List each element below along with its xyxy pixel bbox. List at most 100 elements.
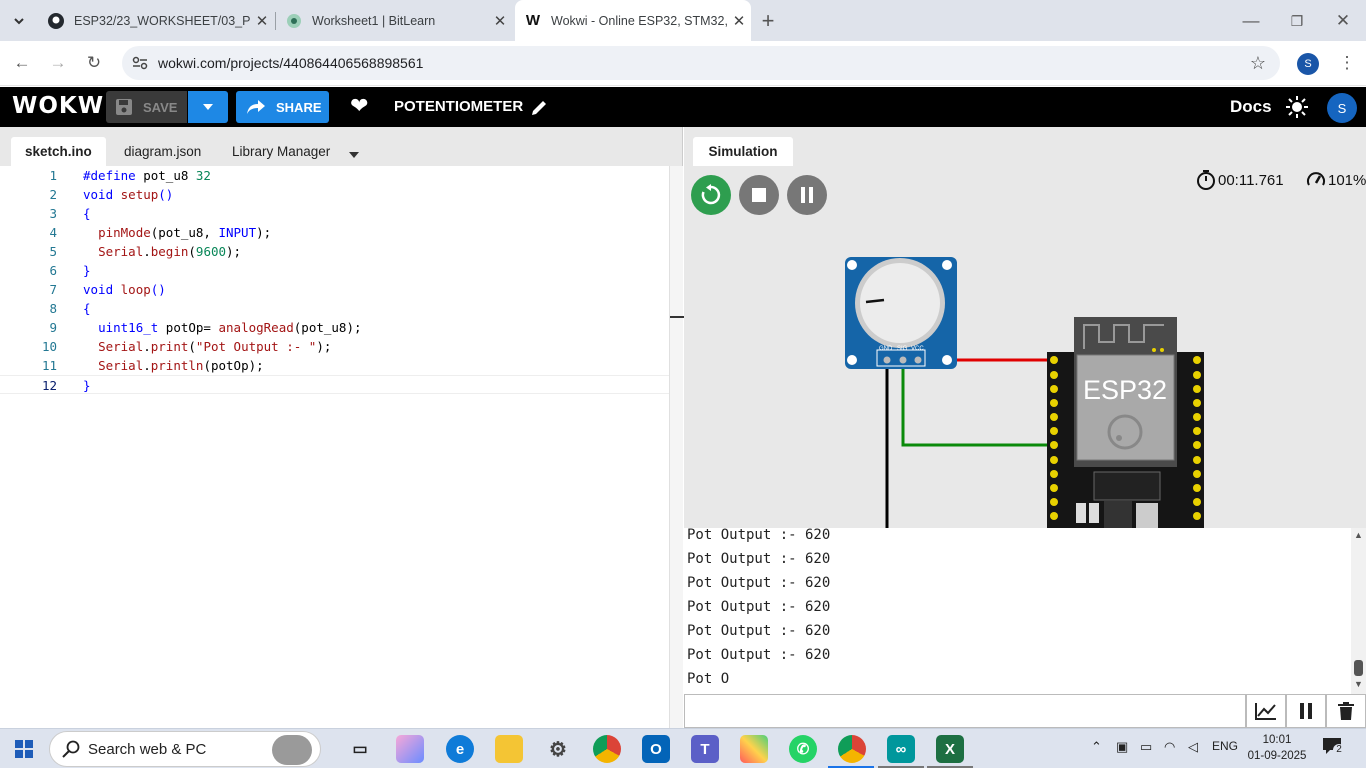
- circuit-diagram: GND SIG VCC ESP32: [845, 257, 1204, 528]
- minimize-button[interactable]: —: [1236, 6, 1266, 36]
- serial-scrollbar[interactable]: ▲ ▼: [1351, 528, 1366, 694]
- reload-button[interactable]: ↻: [79, 48, 109, 78]
- serial-input[interactable]: [684, 694, 1246, 728]
- restore-button[interactable]: ❐: [1282, 6, 1312, 36]
- serial-pause-button[interactable]: [1286, 694, 1326, 728]
- simulation-pane: Simulation 00:11.761 101% GND SIG VCC ES…: [684, 127, 1366, 528]
- wokwi-header: WOKWI SAVE SHARE ❤ POTENTIOMETER Docs S: [0, 87, 1366, 127]
- line-number: 7: [49, 282, 57, 297]
- browser-menu-button[interactable]: ⋮: [1332, 48, 1362, 78]
- teams-icon[interactable]: T: [691, 735, 719, 763]
- code-line: {: [83, 206, 91, 221]
- project-title[interactable]: POTENTIOMETER: [394, 98, 523, 115]
- settings-gear-icon[interactable]: ⚙: [544, 735, 572, 763]
- window-close-button[interactable]: ✕: [1328, 6, 1358, 36]
- close-icon[interactable]: ✕: [250, 12, 274, 30]
- close-icon[interactable]: ✕: [727, 12, 751, 30]
- windows-start-icon[interactable]: [15, 740, 33, 763]
- more-vert-icon: ⋮: [1338, 53, 1356, 72]
- code-line: pinMode(pot_u8, INPUT);: [98, 225, 272, 240]
- line-number: 4: [49, 225, 57, 240]
- scroll-down-icon[interactable]: ▼: [1354, 679, 1363, 689]
- edit-pencil-icon[interactable]: [530, 99, 548, 122]
- serial-line: Pot Output :- 620: [687, 551, 831, 567]
- arrow-right-icon: →: [49, 53, 67, 72]
- serial-line: Pot Output :- 620: [687, 599, 831, 615]
- wifi-icon[interactable]: ◠: [1164, 739, 1175, 755]
- site-settings-icon[interactable]: [132, 56, 148, 70]
- reload-icon: ↻: [86, 53, 102, 72]
- volume-icon[interactable]: ◁: [1188, 739, 1198, 755]
- esp32-board[interactable]: ESP32: [1047, 317, 1204, 528]
- serial-monitor-output[interactable]: Pot Output :- 620 Pot Output :- 620 Pot …: [684, 528, 1366, 694]
- search-icon: [62, 740, 80, 758]
- tab-sketch-ino[interactable]: sketch.ino: [11, 137, 106, 166]
- file-explorer-icon[interactable]: [495, 735, 523, 763]
- browser-tab-github[interactable]: ESP32/23_WORKSHEET/03_Pot/ ✕: [38, 0, 274, 41]
- address-bar[interactable]: wokwi.com/projects/440864406568898561 ☆: [122, 46, 1280, 80]
- close-icon: ✕: [1335, 11, 1351, 30]
- chrome-profile-icon[interactable]: [838, 735, 866, 763]
- line-number: 1: [49, 168, 57, 183]
- serial-line: Pot Output :- 620: [687, 647, 831, 663]
- profile-avatar[interactable]: S: [1297, 53, 1319, 75]
- bitlearn-icon: [286, 13, 302, 29]
- code-line: Serial.println(potOp);: [98, 358, 264, 373]
- line-number: 11: [41, 358, 57, 373]
- whatsapp-icon[interactable]: ✆: [789, 735, 817, 763]
- code-line: uint16_t potOp= analogRead(pot_u8);: [98, 320, 362, 335]
- code-line: }: [83, 263, 91, 278]
- plotter-button[interactable]: [1246, 694, 1286, 728]
- chevron-up-icon[interactable]: ⌃: [1091, 739, 1102, 755]
- bookmark-star-icon[interactable]: ☆: [1250, 53, 1266, 74]
- restore-icon: ❐: [1290, 12, 1304, 29]
- clock[interactable]: 10:01 01-09-2025: [1247, 732, 1307, 764]
- wokwi-logo[interactable]: WOKWI: [12, 93, 114, 119]
- code-editor[interactable]: 1 #define pot_u8 32 2 void setup() 3 { 4 pi…: [0, 166, 683, 728]
- pot-pin-label: GND: [879, 346, 893, 352]
- tab-title: Worksheet1 | BitLearn: [312, 13, 436, 28]
- excel-icon[interactable]: X: [936, 735, 964, 763]
- tab-search-button[interactable]: [4, 6, 34, 36]
- edge-icon[interactable]: e: [446, 735, 474, 763]
- arduino-icon[interactable]: ∞: [887, 735, 915, 763]
- chrome-icon[interactable]: [593, 735, 621, 763]
- potentiometer[interactable]: GND SIG VCC: [845, 257, 957, 369]
- user-avatar[interactable]: S: [1327, 93, 1357, 123]
- device-icon[interactable]: ▣: [1116, 739, 1128, 755]
- back-button[interactable]: ←: [7, 48, 37, 78]
- language-indicator[interactable]: ENG: [1212, 739, 1238, 753]
- tab-title: Wokwi - Online ESP32, STM32,: [551, 13, 727, 28]
- scroll-up-icon[interactable]: ▲: [1354, 530, 1363, 540]
- close-icon[interactable]: ✕: [488, 12, 512, 30]
- taskbar-search[interactable]: Search web & PC: [49, 731, 321, 767]
- clock-time: 10:01: [1262, 734, 1292, 746]
- battery-icon[interactable]: ▭: [1140, 739, 1152, 755]
- docs-link[interactable]: Docs: [1230, 97, 1272, 117]
- theme-sun-icon[interactable]: [1286, 96, 1308, 123]
- new-tab-button[interactable]: +: [753, 6, 783, 36]
- share-button[interactable]: SHARE: [236, 91, 329, 123]
- outlook-icon[interactable]: O: [642, 735, 670, 763]
- caret-down-icon[interactable]: [349, 145, 359, 163]
- browser-tab-wokwi[interactable]: W Wokwi - Online ESP32, STM32, ✕: [515, 0, 751, 41]
- line-number: 5: [49, 244, 57, 259]
- line-number: 10: [41, 339, 57, 354]
- heart-icon[interactable]: ❤: [350, 93, 368, 119]
- task-view-icon[interactable]: ▭: [346, 735, 374, 763]
- line-number: 3: [49, 206, 57, 221]
- serial-clear-button[interactable]: [1326, 694, 1366, 728]
- plus-icon: +: [761, 8, 775, 33]
- save-options-dropdown[interactable]: [188, 91, 228, 123]
- app-diamond-icon[interactable]: [740, 735, 768, 763]
- browser-tab-strip: ESP32/23_WORKSHEET/03_Pot/ ✕ Worksheet1 …: [0, 0, 1366, 41]
- editor-scrollbar[interactable]: [669, 166, 684, 728]
- copilot-icon[interactable]: [396, 735, 424, 763]
- tab-diagram-json[interactable]: diagram.json: [110, 137, 215, 166]
- github-icon: [48, 12, 64, 29]
- save-button[interactable]: SAVE: [106, 91, 187, 123]
- browser-tab-bitlearn[interactable]: Worksheet1 | BitLearn ✕: [276, 0, 512, 41]
- notification-button[interactable]: 2: [1322, 737, 1346, 759]
- forward-button[interactable]: →: [43, 48, 73, 78]
- tab-library-manager[interactable]: Library Manager: [218, 137, 344, 166]
